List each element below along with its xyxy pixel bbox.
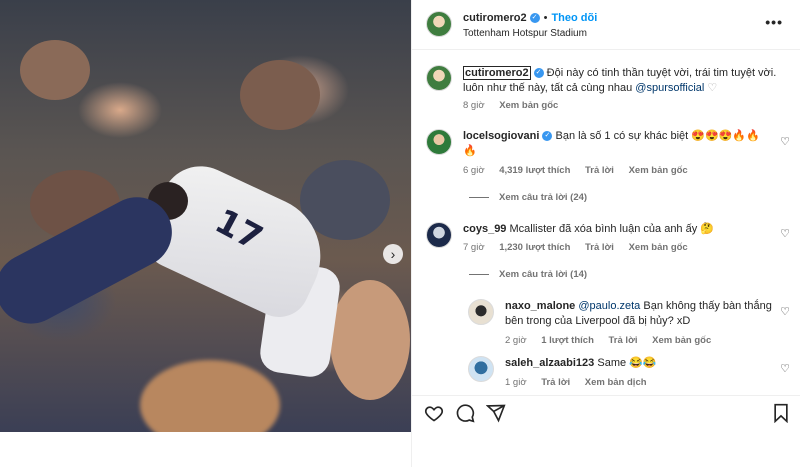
- caption-username[interactable]: cutiromero2: [463, 66, 531, 80]
- header-user: cutiromero2 ✓ • Theo dõi: [463, 12, 597, 24]
- like-button[interactable]: [423, 402, 445, 424]
- reply-avatar[interactable]: [468, 356, 494, 382]
- view-replies-button[interactable]: Xem câu trả lời (14): [469, 269, 587, 280]
- post-panel: cutiromero2 ✓ • Theo dõi Tottenham Hotspur …: [411, 0, 800, 467]
- reply-time: 1 giờ: [505, 377, 527, 388]
- reply-mention[interactable]: @paulo.zeta: [578, 300, 640, 312]
- reply-avatar[interactable]: [468, 299, 494, 325]
- share-button[interactable]: [485, 402, 507, 424]
- comment-meta: 7 giờ 1,230 lượt thích Trả lời Xem bản g…: [463, 242, 700, 253]
- comment: coys_99 Mcallister đã xóa bình luận của …: [463, 222, 763, 237]
- comment-icon: [456, 404, 475, 423]
- comment-button[interactable]: [454, 402, 476, 424]
- reply: naxo_malone @paulo.zeta Bạn không thấy b…: [505, 299, 773, 329]
- like-count[interactable]: 1 lượt thích: [541, 335, 594, 346]
- see-original-link[interactable]: Xem bản gốc: [629, 242, 688, 253]
- caption-mention[interactable]: @spursofficial: [635, 82, 704, 94]
- reply-meta: 1 giờ Trả lời Xem bản dịch: [505, 377, 659, 388]
- comment: locelsogiovani ✓ Bạn là số 1 có sự khác b…: [463, 129, 763, 159]
- heart-icon[interactable]: ♡: [780, 135, 790, 148]
- heart-icon: [424, 406, 444, 422]
- see-original-link[interactable]: Xem bản gốc: [499, 100, 558, 111]
- fan-head: [140, 360, 280, 432]
- next-photo-button[interactable]: ›: [383, 244, 403, 264]
- location-link[interactable]: Tottenham Hotspur Stadium: [463, 28, 587, 39]
- avatar[interactable]: [426, 11, 452, 37]
- reply: saleh_alzaabi123 Same 😂😂: [505, 356, 773, 371]
- reply-text: Same 😂😂: [597, 357, 657, 369]
- post-header: cutiromero2 ✓ • Theo dõi Tottenham Hotspur …: [412, 0, 800, 50]
- caption: cutiromero2 ✓ Đội này có tinh thần tuyệt …: [463, 66, 788, 96]
- caption-time: 8 giờ: [463, 100, 485, 111]
- view-replies-button[interactable]: Xem câu trả lời (24): [469, 192, 587, 203]
- crowd-shape: [20, 40, 90, 100]
- heart-icon: ♡: [707, 82, 718, 94]
- see-original-link[interactable]: Xem bản gốc: [629, 165, 688, 176]
- see-original-link[interactable]: Xem bản gốc: [652, 335, 711, 346]
- heart-icon[interactable]: ♡: [780, 305, 790, 318]
- comment-text: Mcallister đã xóa bình luận của anh ấy 🤔: [509, 223, 714, 235]
- comment-meta: 6 giờ 4,319 lượt thích Trả lời Xem bản g…: [463, 165, 700, 176]
- share-icon: [486, 404, 506, 423]
- chevron-right-icon: ›: [390, 246, 396, 262]
- reply-button[interactable]: Trả lời: [541, 377, 570, 388]
- comment-username[interactable]: coys_99: [463, 223, 506, 235]
- header-username[interactable]: cutiromero2: [463, 12, 527, 24]
- comment-time: 6 giờ: [463, 165, 485, 176]
- heart-icon[interactable]: ♡: [780, 362, 790, 375]
- separator-dot: •: [543, 12, 548, 24]
- like-count[interactable]: 1,230 lượt thích: [499, 242, 570, 253]
- comment-text-line2: 🔥: [463, 145, 477, 157]
- crowd-shape: [240, 60, 320, 130]
- reply-username[interactable]: naxo_malone: [505, 300, 575, 312]
- verified-icon: ✓: [529, 13, 540, 24]
- verified-icon: ✓: [533, 68, 544, 79]
- see-translation-link[interactable]: Xem bản dịch: [585, 377, 647, 388]
- reply-time: 2 giờ: [505, 335, 527, 346]
- comment-avatar[interactable]: [426, 129, 452, 155]
- comment-avatar[interactable]: [426, 222, 452, 248]
- save-button[interactable]: [770, 402, 792, 424]
- heart-icon[interactable]: ♡: [780, 227, 790, 240]
- reply-meta: 2 giờ 1 lượt thích Trả lời Xem bản gốc: [505, 335, 723, 346]
- caption-meta: 8 giờ Xem bản gốc: [463, 100, 570, 111]
- comment-time: 7 giờ: [463, 242, 485, 253]
- reply-button[interactable]: Trả lời: [585, 242, 614, 253]
- post-actions: [412, 395, 800, 435]
- follow-button[interactable]: Theo dõi: [551, 12, 597, 24]
- bookmark-icon: [774, 403, 788, 423]
- crowd-shape: [330, 280, 410, 400]
- caption-avatar[interactable]: [426, 65, 452, 91]
- reply-username[interactable]: saleh_alzaabi123: [505, 357, 594, 369]
- more-options-icon[interactable]: •••: [765, 14, 783, 30]
- comment-text: Bạn là số 1 có sự khác biệt 😍😍😍🔥🔥: [555, 130, 760, 142]
- verified-icon: ✓: [542, 131, 553, 142]
- comment-username[interactable]: locelsogiovani: [463, 130, 539, 142]
- post-photo[interactable]: 17 ›: [0, 0, 411, 432]
- like-count[interactable]: 4,319 lượt thích: [499, 165, 570, 176]
- reply-button[interactable]: Trả lời: [609, 335, 638, 346]
- reply-button[interactable]: Trả lời: [585, 165, 614, 176]
